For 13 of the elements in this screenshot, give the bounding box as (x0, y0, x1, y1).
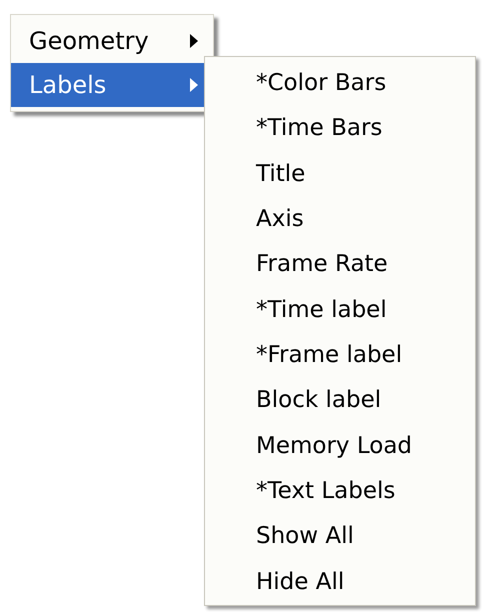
menu-item[interactable]: Block label (256, 389, 382, 412)
menu-item[interactable]: Title (256, 162, 306, 186)
menu-item[interactable]: Show All (256, 525, 354, 548)
menu-item[interactable]: *Time Bars (256, 117, 382, 140)
menu-item[interactable]: *Time label (256, 298, 387, 322)
menu-item[interactable]: Geometry (11, 19, 213, 63)
menu-item[interactable]: Axis (256, 208, 304, 232)
menu-item[interactable]: Memory Load (256, 434, 412, 458)
menu-item[interactable]: *Color Bars (256, 72, 386, 96)
menu-item[interactable]: Frame Rate (256, 253, 388, 276)
menu-item[interactable]: *Frame label (256, 344, 402, 368)
menu-item[interactable]: Hide All (256, 570, 344, 594)
menu-item[interactable]: *Text Labels (256, 480, 396, 504)
